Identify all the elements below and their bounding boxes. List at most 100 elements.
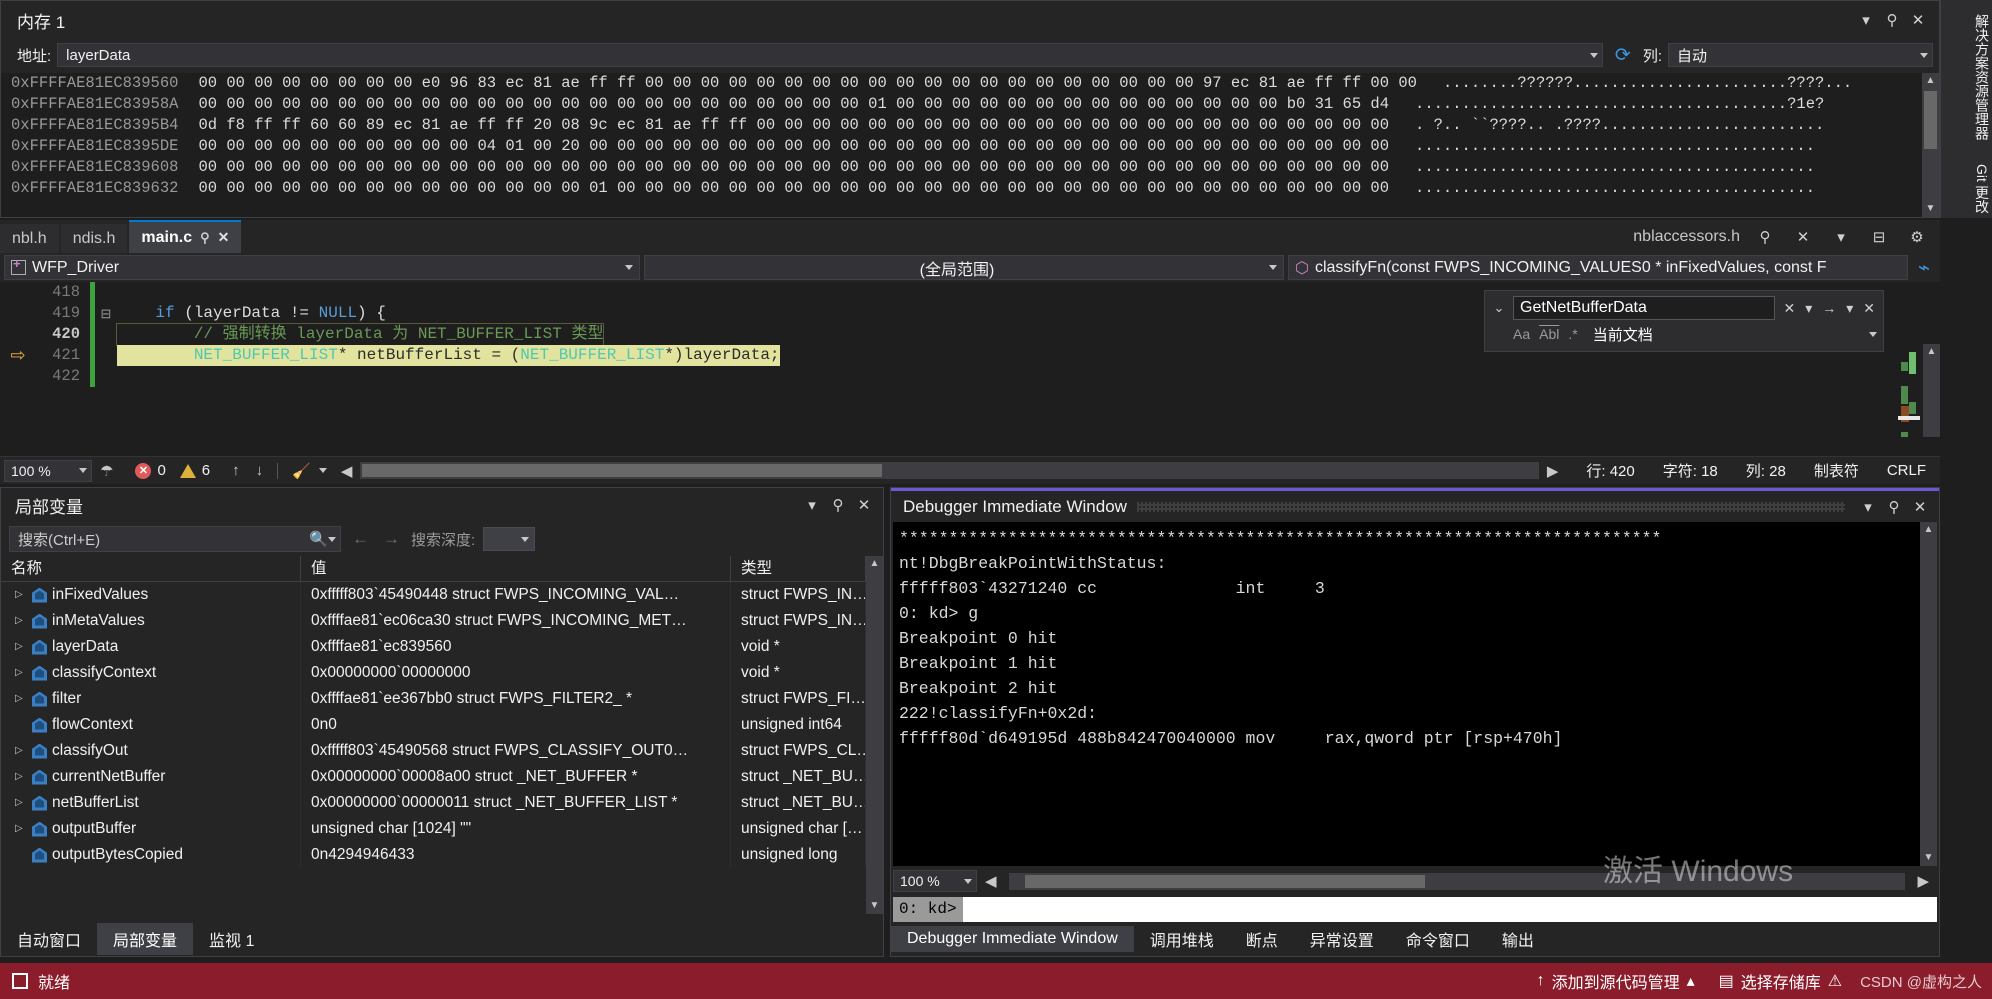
table-row[interactable]: ▷ layerData 0xffffae81`ec839560 void * (1, 634, 866, 660)
immediate-zoom-select[interactable]: 100 % (893, 870, 977, 892)
scroll-up-icon[interactable]: ▲ (866, 556, 883, 572)
locals-row-name-cell[interactable]: ▷ currentNetBuffer (1, 764, 301, 790)
code-line-text[interactable]: NET_BUFFER_LIST* netBufferList = (NET_BU… (117, 345, 780, 366)
editor-vertical-scrollbar[interactable]: ▲ ▼ (1923, 344, 1940, 437)
chevron-down-icon[interactable] (625, 265, 633, 270)
fold-toggle-icon[interactable] (95, 324, 117, 345)
gear-icon[interactable]: ⚙ (1904, 224, 1930, 250)
locals-variable-value[interactable]: 0xffffae81`ee367bb0 struct FWPS_FILTER2_… (301, 686, 731, 712)
locals-row-name-cell[interactable]: ▷ outputBuffer (1, 816, 301, 842)
locals-row-name-cell[interactable]: ▷ inFixedValues (1, 582, 301, 608)
expand-chevron-icon[interactable]: ▷ (15, 582, 27, 608)
breakpoint-arrow-icon[interactable]: ⇨ (0, 345, 36, 366)
find-input[interactable]: GetNetBufferData (1513, 296, 1776, 320)
cleanup-broom-icon[interactable]: 🧹 (284, 462, 319, 480)
search-previous-icon[interactable]: ← (349, 529, 372, 549)
chevron-down-icon[interactable] (79, 468, 87, 473)
drag-grip[interactable] (1136, 501, 1845, 512)
table-row[interactable]: ▷ currentNetBuffer 0x00000000`00008a00 str… (1, 764, 866, 790)
locals-variable-value[interactable]: unsigned char [1024] "" (301, 816, 731, 842)
locals-variable-value[interactable]: 0n0 (301, 712, 731, 738)
navbar-scope-select[interactable]: (全局范围) (644, 255, 1284, 280)
error-count[interactable]: ✕ 0 (135, 462, 166, 479)
match-case-icon[interactable]: Aa (1513, 326, 1530, 342)
code-text-area[interactable]: 418 419 ⊟ if (layerData != NULL) {420 // 强… (0, 282, 1940, 437)
table-row[interactable]: ▷ inFixedValues 0xfffff803`45490448 struct… (1, 582, 866, 608)
match-whole-word-icon[interactable]: Abl (1539, 326, 1559, 342)
refresh-icon[interactable]: ⟳ (1609, 44, 1637, 67)
code-line-text[interactable]: // 强制转换 layerData 为 NET_BUFFER_LIST 类型 (115, 323, 605, 346)
memory-dump[interactable]: 0xFFFFAE81EC839560 00 00 00 00 00 00 00 0… (1, 73, 1939, 217)
chevron-down-icon[interactable] (1589, 52, 1598, 58)
locals-search-input[interactable]: 搜索(Ctrl+E) 🔍 (9, 526, 341, 552)
tab-输出[interactable]: 输出 (1486, 923, 1550, 955)
add-to-source-control-button[interactable]: ↑ 添加到源代码管理 ▴ (1525, 969, 1707, 993)
chevron-down-icon[interactable]: ▾ (1855, 494, 1881, 520)
table-row[interactable]: ▷ outputBuffer unsigned char [1024] "" unsi… (1, 816, 866, 842)
chevron-down-icon[interactable] (521, 536, 530, 542)
column-header-type[interactable]: 类型 (731, 556, 866, 582)
scroll-down-icon[interactable]: ▼ (1920, 850, 1937, 866)
locals-row-name-cell[interactable]: flowContext (1, 712, 301, 738)
scroll-left-icon[interactable]: ◀ (977, 872, 1005, 890)
close-icon[interactable]: ✕ (218, 229, 230, 246)
locals-row-name-cell[interactable]: ▷ filter (1, 686, 301, 712)
table-row[interactable]: ▷ inMetaValues 0xffffae81`ec06ca30 struct … (1, 608, 866, 634)
immediate-horizontal-scrollbar[interactable] (1008, 872, 1906, 890)
search-depth-select[interactable] (483, 527, 536, 551)
close-icon[interactable]: ✕ (1790, 224, 1816, 250)
expand-chevron-icon[interactable]: ▷ (15, 764, 27, 790)
fold-toggle-icon[interactable] (95, 366, 117, 387)
scroll-down-icon[interactable]: ▼ (866, 898, 883, 914)
previous-issue-icon[interactable]: ↑ (210, 462, 248, 479)
column-header-name[interactable]: 名称 (1, 556, 301, 582)
tab-调用堆栈[interactable]: 调用堆栈 (1134, 923, 1230, 955)
immediate-vertical-scrollbar[interactable]: ▲ ▼ (1920, 522, 1937, 866)
tab-断点[interactable]: 断点 (1230, 923, 1294, 955)
tab-异常设置[interactable]: 异常设置 (1294, 923, 1390, 955)
search-next-icon[interactable]: → (380, 529, 403, 549)
indent-mode[interactable]: 制表符 (1800, 460, 1873, 481)
tab-局部变量[interactable]: 局部变量 (97, 923, 194, 955)
locals-vertical-scrollbar[interactable]: ▲ ▼ (866, 556, 883, 914)
expand-chevron-icon[interactable]: ▷ (15, 634, 27, 660)
chevron-down-icon[interactable]: ▾ (1803, 300, 1814, 317)
expand-chevron-icon[interactable]: ▷ (15, 816, 27, 842)
navbar-function-select[interactable]: ⬡ classifyFn(const FWPS_INCOMING_VALUES0… (1288, 255, 1908, 280)
glyph-margin[interactable] (0, 324, 36, 345)
locals-variable-value[interactable]: 0xffffae81`ec06ca30 struct FWPS_INCOMING… (301, 608, 731, 634)
memory-vertical-scrollbar[interactable]: ▲ ▼ (1922, 73, 1939, 217)
add-icon[interactable]: ⌁ (1912, 255, 1936, 280)
warning-count[interactable]: 6 (179, 462, 210, 479)
locals-row-name-cell[interactable]: ▷ classifyContext (1, 660, 301, 686)
locals-row-name-cell[interactable]: outputBytesCopied (1, 842, 301, 868)
expand-chevron-icon[interactable]: ▷ (15, 686, 27, 712)
chevron-down-icon[interactable]: ⌄ (1491, 300, 1507, 316)
tab-Debugger-Immediate-Window[interactable]: Debugger Immediate Window (891, 926, 1134, 952)
locals-row-name-cell[interactable]: ▷ inMetaValues (1, 608, 301, 634)
split-icon[interactable]: ⊟ (1866, 224, 1892, 250)
code-line[interactable]: 422 (0, 366, 1940, 387)
locals-variable-value[interactable]: 0n4294946433 (301, 842, 731, 868)
pin-icon[interactable]: ⚲ (200, 230, 210, 246)
memory-address-input[interactable]: layerData (57, 43, 1603, 67)
immediate-command-input[interactable] (962, 897, 1937, 922)
locals-variable-value[interactable]: 0xfffff803`45490448 struct FWPS_INCOMING… (301, 582, 731, 608)
sidebar-item-solution-explorer[interactable]: 解决方案资源管理器 (1941, 4, 1992, 150)
locals-variable-value[interactable]: 0x00000000`00000000 (301, 660, 731, 686)
chevron-down-icon[interactable]: ▾ (799, 492, 825, 518)
line-ending[interactable]: CRLF (1873, 462, 1940, 479)
chevron-down-icon[interactable]: ▾ (1853, 7, 1879, 33)
chevron-down-icon[interactable] (318, 468, 327, 473)
locals-row-name-cell[interactable]: ▷ layerData (1, 634, 301, 660)
chevron-down-icon[interactable] (328, 536, 336, 542)
scroll-down-icon[interactable]: ▼ (1922, 201, 1939, 217)
table-row[interactable]: ▷ netBufferList 0x00000000`00000011 struct… (1, 790, 866, 816)
select-repository-button[interactable]: ▤ 选择存储库 ⚠ (1707, 969, 1854, 993)
chevron-down-icon[interactable]: ▾ (1844, 300, 1855, 317)
close-icon[interactable]: ✕ (851, 492, 877, 518)
chevron-down-icon[interactable] (1269, 265, 1277, 270)
fold-toggle-icon[interactable] (95, 282, 117, 303)
pin-icon[interactable]: ⚲ (825, 492, 851, 518)
table-row[interactable]: ▷ classifyContext 0x00000000`00000000 void … (1, 660, 866, 686)
